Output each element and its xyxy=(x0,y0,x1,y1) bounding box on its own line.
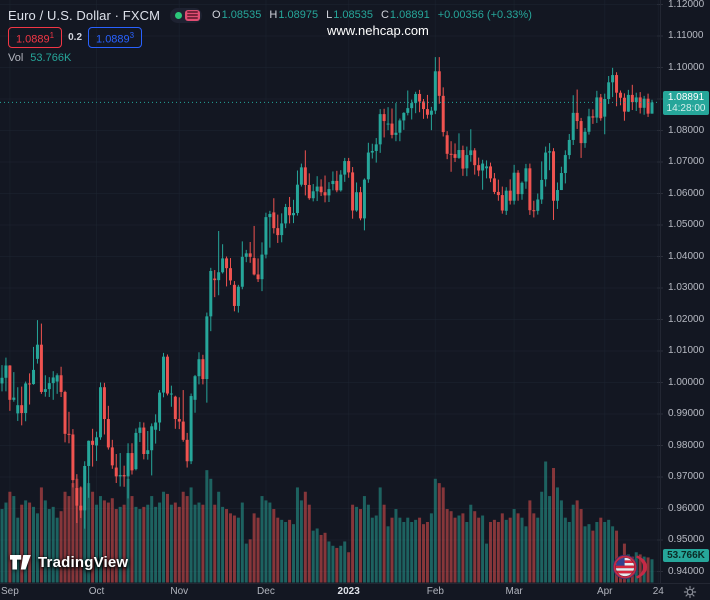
price-axis-label: 1.10000 xyxy=(668,61,705,73)
price-axis-label: 0.97000 xyxy=(668,471,705,482)
symbol-title[interactable]: Euro / U.S. Dollar · FXCM xyxy=(8,8,160,23)
axis-volume-label: 53.766K xyxy=(663,549,709,562)
close-value: 1.08891 xyxy=(389,9,430,21)
us-flag-event-icon[interactable] xyxy=(611,553,651,581)
bid-price: 1.0889 xyxy=(16,33,50,46)
price-axis-label: 1.01000 xyxy=(668,345,705,356)
spread-value: 0.2 xyxy=(68,32,83,43)
bar-countdown: 14:28:00 xyxy=(666,102,706,114)
tradingview-logo[interactable]: TradingView xyxy=(10,554,128,571)
ohlc-readout: O 1.08535 H 1.08975 L 1.08535 C 1.08891 +0.0… xyxy=(212,9,532,21)
tradingview-chart-window: Euro / U.S. Dollar · FXCM O 1.08535 H 1.08… xyxy=(0,0,710,600)
price-axis-label: 1.05000 xyxy=(668,219,705,230)
time-axis-label: Feb xyxy=(426,586,444,597)
price-axis-label: 1.12000 xyxy=(668,0,705,10)
time-axis-label: 24 xyxy=(652,586,664,597)
price-axis-label: 1.06000 xyxy=(668,187,705,199)
flag-menu-icon xyxy=(185,9,201,21)
high-label: H xyxy=(269,9,278,21)
price-axis-label: 1.07000 xyxy=(668,156,705,167)
price-axis-label: 1.00000 xyxy=(668,376,705,388)
time-axis-label: Mar xyxy=(505,586,523,597)
candlestick-chart-canvas[interactable] xyxy=(0,0,710,600)
tradingview-logo-text: TradingView xyxy=(38,554,129,571)
price-axis-label: 0.96000 xyxy=(668,502,705,514)
price-axis-label: 1.11000 xyxy=(668,30,704,41)
time-axis-label: Sep xyxy=(0,586,19,597)
ask-pipette: 3 xyxy=(129,30,135,40)
open-label: O xyxy=(212,9,221,21)
time-axis-label: Oct xyxy=(88,586,105,597)
low-value: 1.08535 xyxy=(333,9,373,21)
market-open-dot-icon xyxy=(175,11,183,19)
volume-indicator-label[interactable]: Vol xyxy=(8,52,23,64)
time-axis-label: Nov xyxy=(170,586,189,597)
market-status-toggle[interactable] xyxy=(170,7,203,23)
low-label: L xyxy=(326,9,333,21)
tradingview-logo-icon xyxy=(10,555,31,570)
bid-pipette: 1 xyxy=(49,30,55,40)
close-label: C xyxy=(380,9,389,21)
open-value: 1.08535 xyxy=(221,9,262,21)
price-axis-label: 0.98000 xyxy=(668,439,705,451)
chart-legend: Euro / U.S. Dollar · FXCM O 1.08535 H 1.08… xyxy=(8,6,532,64)
price-axis-label: 1.03000 xyxy=(668,282,705,293)
volume-indicator-value: 53.766K xyxy=(30,52,72,64)
time-axis[interactable]: Sep Oct Nov Dec 2023 Feb Mar Apr 24 xyxy=(0,583,710,600)
price-axis-label: 1.02000 xyxy=(668,313,705,325)
sell-bid-button[interactable]: 1.08891 xyxy=(8,26,63,49)
axis-settings-gear-icon[interactable] xyxy=(683,585,697,599)
price-axis-label: 1.04000 xyxy=(668,250,705,262)
price-axis[interactable]: 1.120001.110001.100001.090001.080001.070… xyxy=(660,0,710,583)
last-price-label: 1.08891 14:28:00 xyxy=(663,90,709,115)
price-axis-label: 1.08000 xyxy=(668,124,705,136)
price-axis-label: 0.95000 xyxy=(668,534,705,545)
last-price-value: 1.08891 xyxy=(667,91,705,103)
price-axis-label: 0.99000 xyxy=(668,408,705,419)
change-value: +0.00356 (+0.33%) xyxy=(437,9,532,21)
high-value: 1.08975 xyxy=(278,9,319,21)
grid-layer xyxy=(0,0,663,583)
time-axis-label: Apr xyxy=(596,586,613,597)
buy-ask-button[interactable]: 1.08893 xyxy=(88,26,143,49)
price-axis-label: 0.94000 xyxy=(668,565,705,577)
time-axis-label: Dec xyxy=(257,586,275,597)
candles-layer xyxy=(0,57,654,529)
time-axis-label: 2023 xyxy=(337,586,360,597)
ask-price: 1.0889 xyxy=(96,33,130,46)
